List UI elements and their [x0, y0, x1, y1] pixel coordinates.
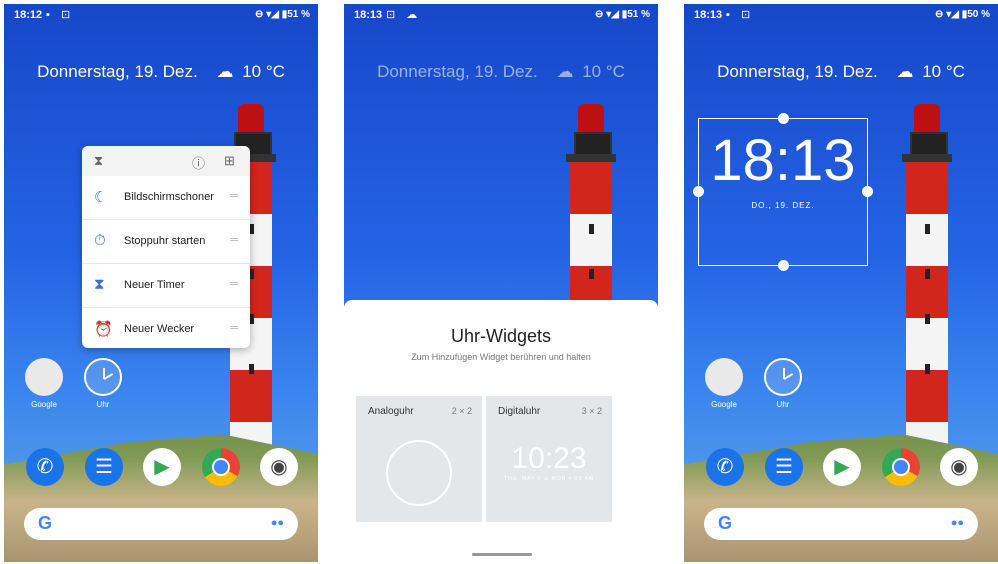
shortcut-stopwatch[interactable]: ⏱ Stoppuhr starten ═ — [82, 220, 250, 264]
drag-handle-icon[interactable]: ═ — [230, 190, 238, 202]
status-time: 18:12 — [14, 9, 43, 21]
status-time: 18:13 — [354, 9, 383, 21]
shortcut-screensaver[interactable]: ☾ Bildschirmschoner ═ — [82, 176, 250, 220]
shortcut-alarm[interactable]: ⏰ Neuer Wecker ═ — [82, 308, 250, 351]
dock: ✆ ☰ ▶ ◉ — [4, 448, 318, 492]
drag-handle-icon[interactable]: ═ — [230, 234, 238, 246]
camera-icon[interactable]: ◉ — [260, 448, 298, 486]
resize-handle-bottom[interactable] — [778, 260, 789, 271]
alarm-icon: ⏰ — [94, 321, 113, 338]
messages-icon[interactable]: ☰ — [765, 448, 803, 486]
temperature: 10 °C — [242, 62, 285, 81]
phone-screen-2: 18:13 ⊡ ☁ ⊖ ▾◢ ▮51 % Donnerstag, 19. Dez… — [344, 4, 658, 562]
date-text: Donnerstag, 19. Dez. — [377, 62, 538, 81]
widget-size: 3 × 2 — [581, 406, 602, 416]
google-folder[interactable]: Google — [704, 358, 744, 409]
dock: ✆ ☰ ▶ ◉ — [684, 448, 998, 492]
date-text: Donnerstag, 19. Dez. — [717, 62, 878, 81]
shortcut-label: Stoppuhr starten — [124, 235, 206, 247]
at-a-glance[interactable]: Donnerstag, 19. Dez. ☁ 10 °C — [4, 62, 318, 82]
lighthouse-wallpaper — [892, 104, 962, 464]
widget-time: 18:13 — [710, 128, 856, 193]
date-text: Donnerstag, 19. Dez. — [37, 62, 198, 81]
resize-handle-top[interactable] — [778, 113, 789, 124]
clock-app[interactable]: Uhr — [83, 358, 123, 409]
chrome-icon[interactable] — [882, 448, 920, 486]
status-notification-icons: ⊡ ☁ — [386, 9, 422, 21]
widget-name: Analoguhr — [368, 406, 414, 417]
icon-label: Google — [31, 400, 57, 409]
icon-label: Google — [711, 400, 737, 409]
widget-digital-clock[interactable]: Digitaluhr 3 × 2 10:23 THU, MAY 9 ⊙ MON … — [486, 396, 612, 522]
google-search-bar[interactable]: G ●● — [704, 508, 978, 540]
widget-size: 2 × 2 — [451, 406, 472, 416]
assistant-icon[interactable]: ●● — [951, 517, 964, 529]
shortcut-label: Neuer Timer — [124, 279, 185, 291]
drag-handle-icon[interactable]: ═ — [230, 322, 238, 334]
play-store-icon[interactable]: ▶ — [143, 448, 181, 486]
digital-clock-preview: 10:23 — [511, 442, 587, 475]
icon-label: Uhr — [776, 400, 790, 409]
google-g-icon: G — [38, 513, 53, 533]
moon-icon: ☾ — [94, 189, 108, 206]
temperature: 10 °C — [582, 62, 625, 81]
temperature: 10 °C — [922, 62, 965, 81]
google-folder-icon — [25, 358, 63, 396]
clock-icon — [764, 358, 802, 396]
status-system-icons: ⊖ ▾◢ ▮51 % — [255, 9, 310, 20]
phone-icon[interactable]: ✆ — [26, 448, 64, 486]
cloud-icon: ☁ — [216, 62, 234, 81]
at-a-glance[interactable]: Donnerstag, 19. Dez. ☁ 10 °C — [684, 62, 998, 82]
shortcut-label: Neuer Wecker — [124, 323, 195, 335]
google-folder[interactable]: Google — [24, 358, 64, 409]
app-shortcuts-popup: ⧗ ⓘ ⊞ ☾ Bildschirmschoner ═ ⏱ Stoppuhr s… — [82, 146, 250, 348]
clock-app[interactable]: Uhr — [763, 358, 803, 409]
sheet-title: Uhr-Widgets — [450, 326, 552, 346]
clock-icon — [84, 358, 122, 396]
stopwatch-icon: ⏱ — [94, 232, 106, 249]
at-a-glance: Donnerstag, 19. Dez. ☁ 10 °C — [344, 62, 658, 82]
status-notification-icons: ▪ ⊡ — [726, 9, 755, 21]
google-g-icon: G — [718, 513, 733, 533]
clock-widget-resize-frame[interactable]: 18:13 DO., 19. DEZ. — [693, 113, 873, 271]
phone-screen-1: 18:12 ▪ ⊡ ⊖ ▾◢ ▮51 % Donnerstag, 19. Dez… — [4, 4, 318, 562]
status-bar: 18:13 ⊡ ☁ ⊖ ▾◢ ▮51 % — [344, 4, 658, 26]
shortcut-timer[interactable]: ⧗ Neuer Timer ═ — [82, 264, 250, 308]
info-icon[interactable]: ⓘ — [192, 153, 205, 172]
status-system-icons: ⊖ ▾◢ ▮50 % — [935, 9, 990, 20]
status-system-icons: ⊖ ▾◢ ▮51 % — [595, 9, 650, 20]
assistant-icon[interactable]: ●● — [271, 517, 284, 529]
phone-screen-3: 18:13 ▪ ⊡ ⊖ ▾◢ ▮50 % Donnerstag, 19. Dez… — [684, 4, 998, 562]
drag-handle-icon[interactable]: ═ — [230, 278, 238, 290]
widgets-icon[interactable]: ⊞ — [224, 153, 235, 169]
digital-clock-preview-sub: THU, MAY 9 ⊙ MON 4:00 AM — [504, 476, 594, 482]
phone-icon[interactable]: ✆ — [706, 448, 744, 486]
analog-clock-icon — [386, 440, 452, 506]
gesture-nav-pill[interactable] — [472, 553, 532, 556]
cloud-icon: ☁ — [556, 62, 574, 81]
widget-analog-clock[interactable]: Analoguhr 2 × 2 — [356, 396, 482, 522]
google-folder-icon — [705, 358, 743, 396]
messages-icon[interactable]: ☰ — [85, 448, 123, 486]
shortcut-label: Bildschirmschoner — [124, 191, 214, 203]
resize-handle-left[interactable] — [693, 186, 704, 197]
resize-handle-right[interactable] — [862, 186, 873, 197]
sheet-subtitle: Zum Hinzufügen Widget berühren und halte… — [411, 352, 591, 362]
icon-label: Uhr — [96, 400, 110, 409]
widget-picker-sheet: Uhr-Widgets Zum Hinzufügen Widget berühr… — [344, 300, 658, 562]
play-store-icon[interactable]: ▶ — [823, 448, 861, 486]
hourglass-icon: ⧗ — [94, 153, 104, 168]
status-bar: 18:12 ▪ ⊡ ⊖ ▾◢ ▮51 % — [4, 4, 318, 26]
status-time: 18:13 — [694, 9, 723, 21]
widget-name: Digitaluhr — [498, 406, 541, 417]
chrome-icon[interactable] — [202, 448, 240, 486]
hourglass-icon: ⧗ — [94, 276, 105, 293]
camera-icon[interactable]: ◉ — [940, 448, 978, 486]
status-bar: 18:13 ▪ ⊡ ⊖ ▾◢ ▮50 % — [684, 4, 998, 26]
popup-header: ⧗ ⓘ ⊞ — [82, 146, 250, 176]
status-notification-icons: ▪ ⊡ — [46, 9, 75, 21]
widget-date: DO., 19. DEZ. — [751, 201, 815, 210]
cloud-icon: ☁ — [896, 62, 914, 81]
google-search-bar[interactable]: G ●● — [24, 508, 298, 540]
